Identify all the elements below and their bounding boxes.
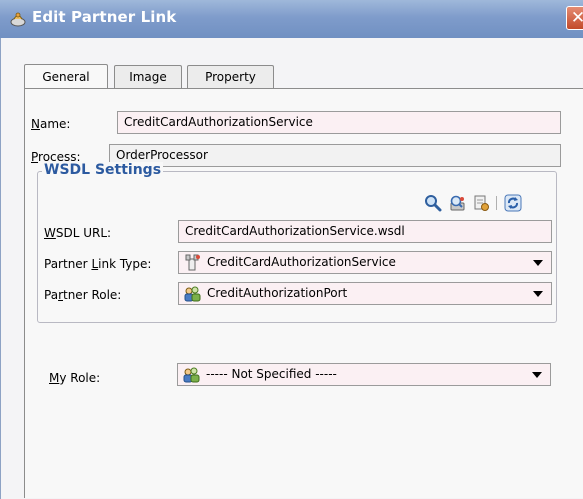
tab-general[interactable]: General — [24, 64, 108, 89]
partner-link-type-label-a: Partner — [44, 257, 92, 271]
partner-link-type-select[interactable]: CreditCardAuthorizationService — [178, 251, 552, 274]
wsdl-url-label: WSDL URL: — [44, 226, 111, 240]
tab-general-label: General — [42, 70, 90, 84]
general-tab-panel: Name: CreditCardAuthorizationService Pro… — [24, 88, 583, 498]
partner-role-label: Partner Role: — [44, 288, 121, 302]
my-role-label-text: y Role: — [59, 371, 101, 385]
search-icon[interactable] — [424, 194, 442, 212]
wsdl-url-label-text: SDL URL: — [55, 226, 112, 240]
refresh-icon[interactable] — [504, 194, 522, 212]
wsdl-settings-group: WSDL Settings WSDL URL: CreditCardAuthor… — [37, 162, 557, 323]
process-label-mnemonic: P — [31, 150, 39, 164]
title-bar: Edit Partner Link ✕ — [0, 0, 583, 38]
my-role-label: My Role: — [49, 371, 100, 385]
toolbar-separator — [496, 196, 497, 210]
wsdl-url-label-mnemonic: W — [44, 226, 56, 240]
name-input[interactable]: CreditCardAuthorizationService — [117, 111, 561, 134]
partner-link-type-label-b: ink Type: — [98, 257, 152, 271]
partner-link-icon — [10, 12, 26, 27]
partner-role-value: CreditAuthorizationPort — [207, 286, 348, 300]
create-wsdl-icon[interactable] — [472, 194, 490, 212]
partner-role-label-b: tner Role: — [63, 288, 122, 302]
partner-link-type-value: CreditCardAuthorizationService — [207, 255, 396, 269]
tab-image-label: Image — [129, 70, 167, 84]
role-icon — [183, 367, 200, 383]
wsdl-url-value: CreditCardAuthorizationService.wsdl — [185, 224, 405, 238]
wsdl-settings-legend: WSDL Settings — [42, 162, 164, 178]
chevron-down-icon — [532, 372, 542, 378]
process-value: OrderProcessor — [116, 148, 208, 162]
partner-link-type-icon — [185, 254, 200, 271]
partner-role-label-a: Pa — [44, 288, 59, 302]
process-field: OrderProcessor — [109, 144, 561, 167]
my-role-value: ----- Not Specified ----- — [206, 367, 337, 381]
name-label-mnemonic: N — [31, 117, 40, 131]
tab-image[interactable]: Image — [114, 65, 182, 88]
dialog-body: General Image Property Name: CreditCardA… — [0, 38, 583, 499]
name-value: CreditCardAuthorizationService — [124, 115, 313, 129]
tab-property[interactable]: Property — [187, 65, 274, 88]
wsdl-url-input[interactable]: CreditCardAuthorizationService.wsdl — [178, 220, 552, 243]
close-button[interactable]: ✕ — [566, 6, 583, 30]
name-label: Name: — [31, 117, 70, 131]
my-role-select[interactable]: ----- Not Specified ----- — [177, 363, 551, 386]
tab-property-label: Property — [205, 70, 256, 84]
chevron-down-icon — [533, 291, 543, 297]
name-label-text: ame: — [39, 117, 71, 131]
service-explorer-icon[interactable] — [448, 194, 466, 212]
dialog-title: Edit Partner Link — [32, 8, 177, 26]
chevron-down-icon — [533, 260, 543, 266]
my-role-label-mnemonic: M — [49, 371, 60, 385]
partner-link-type-label: Partner Link Type: — [44, 257, 151, 271]
close-icon: ✕ — [570, 8, 583, 28]
role-icon — [184, 286, 201, 302]
partner-role-select[interactable]: CreditAuthorizationPort — [178, 282, 552, 305]
